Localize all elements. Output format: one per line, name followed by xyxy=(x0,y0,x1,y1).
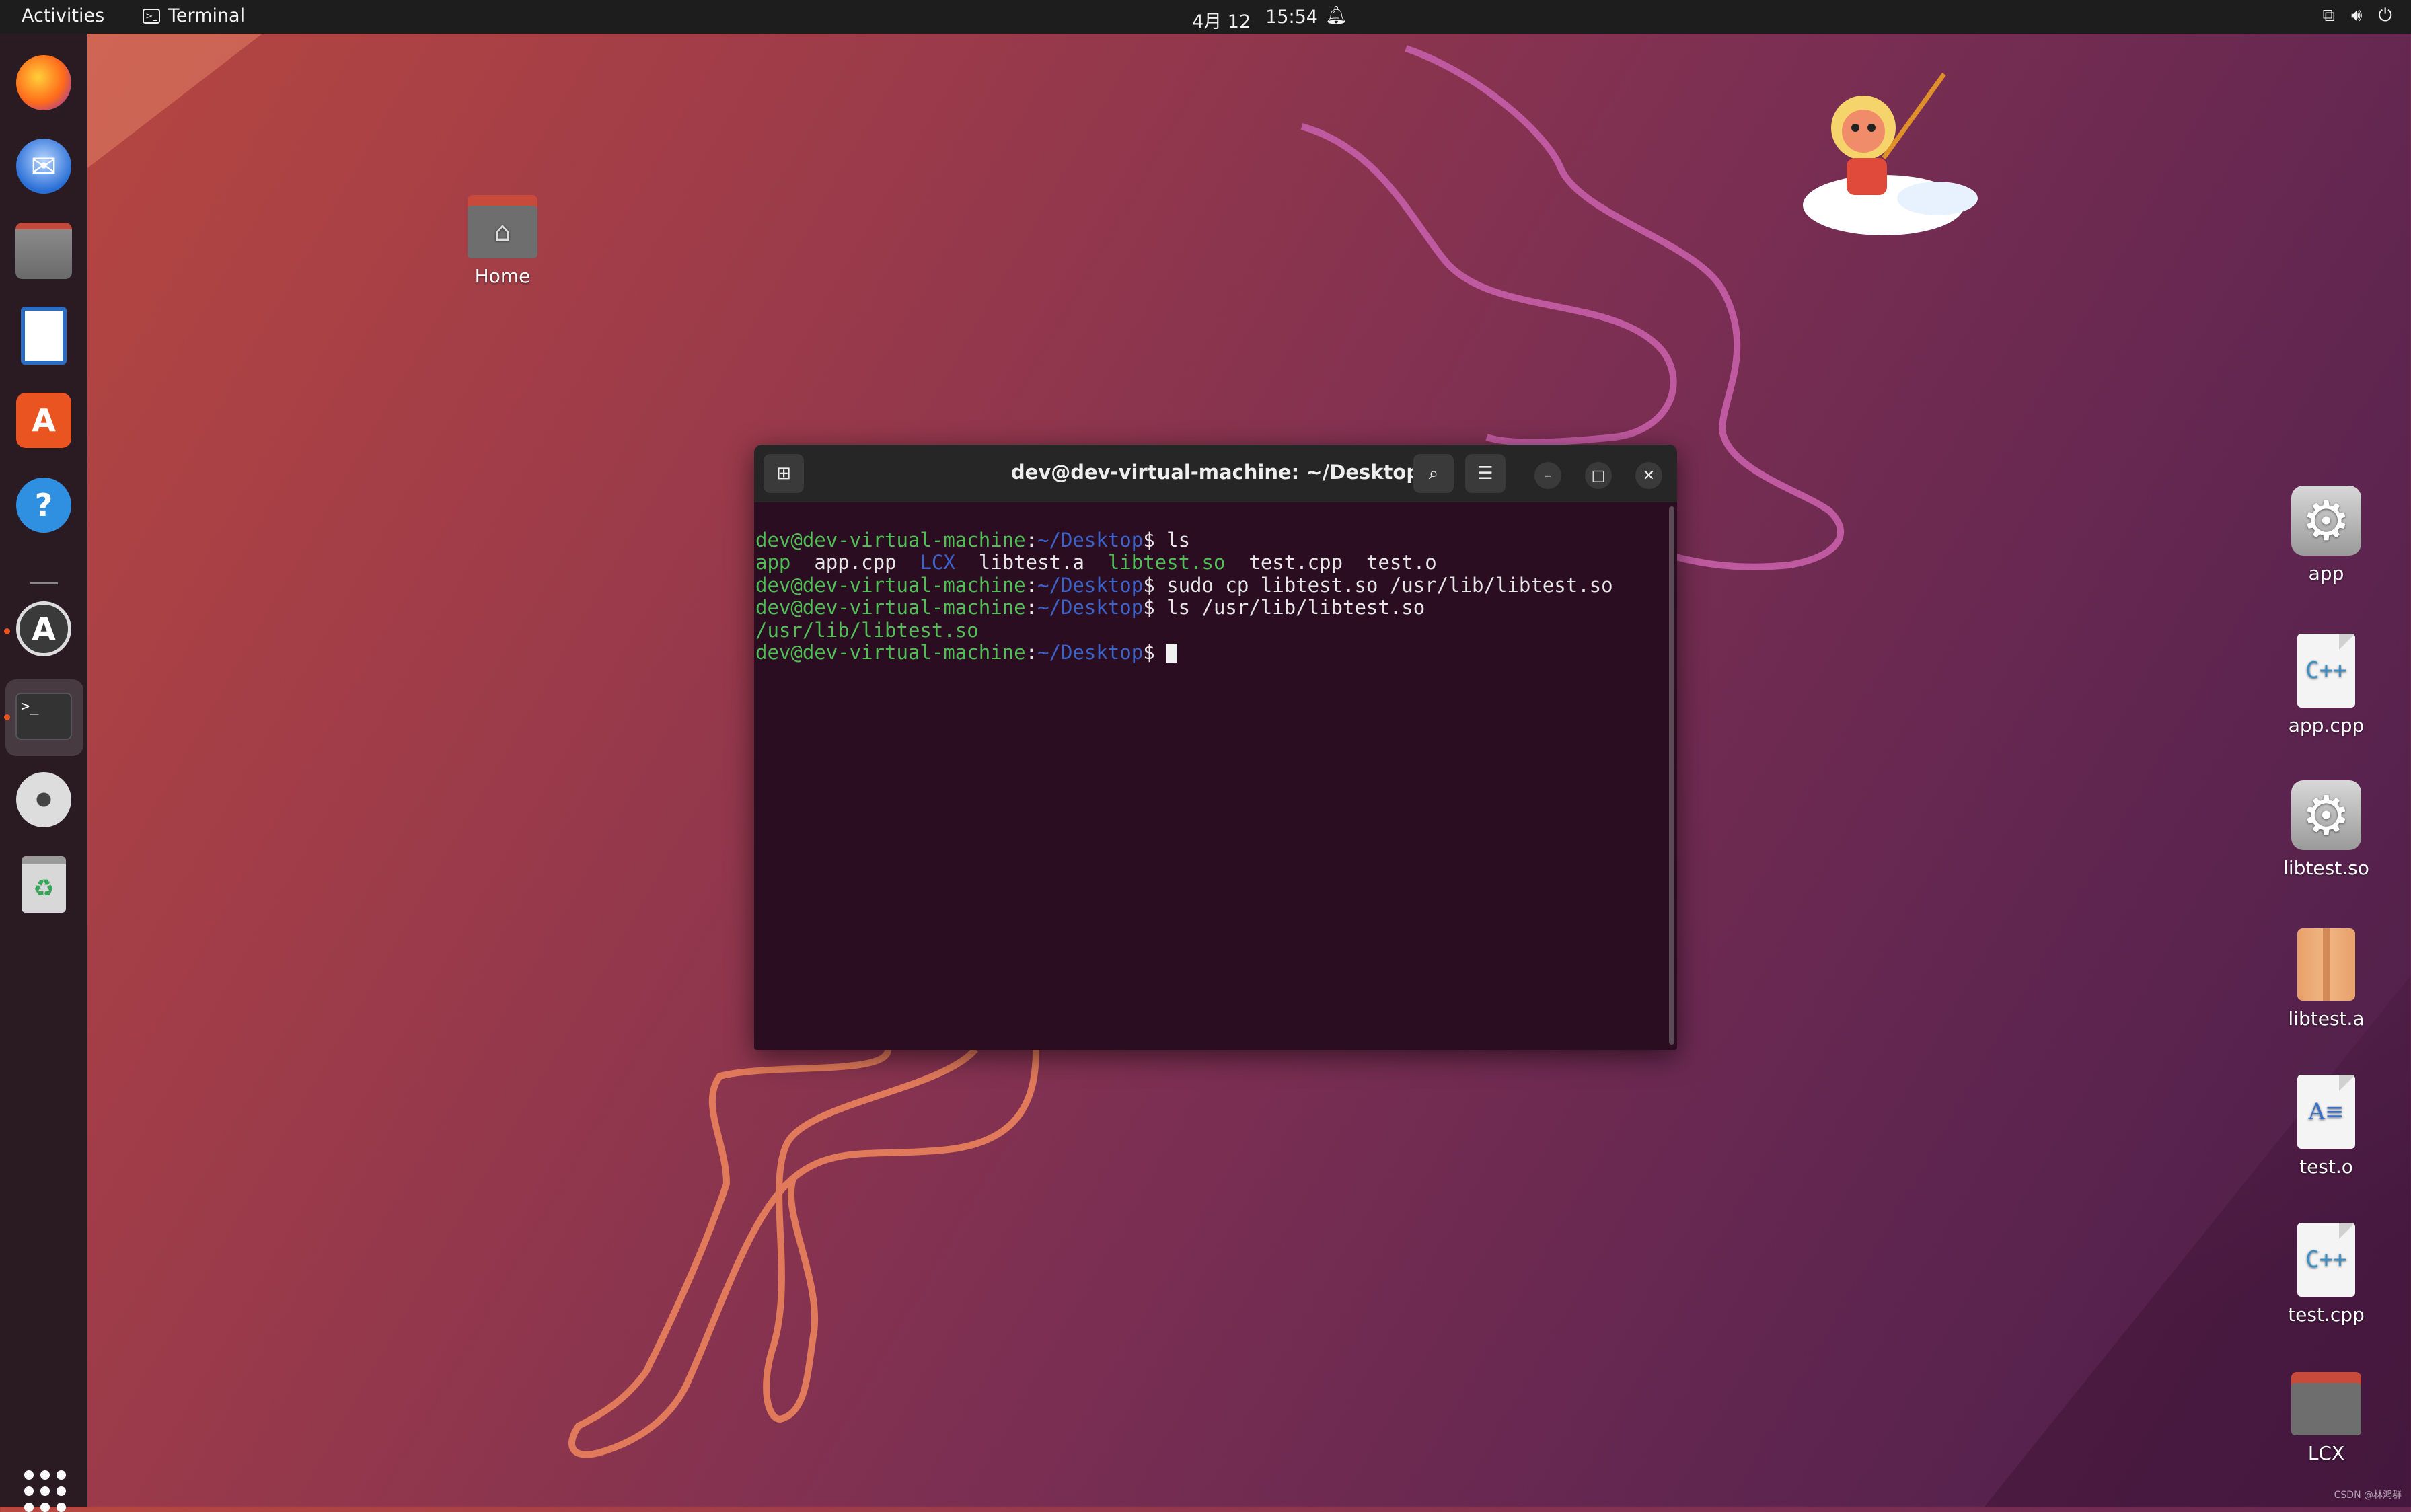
desktop-icon-libtest-a[interactable]: libtest.a xyxy=(2269,928,2383,1030)
dock: ✉ A ? A >_ ♻ xyxy=(0,34,87,1512)
disc-glyph xyxy=(16,772,71,827)
desktop-icon-test-cpp[interactable]: C++ test.cpp xyxy=(2269,1223,2383,1326)
top-bar: Activities >_ Terminal 4月 12 15:54 🔔︎ ⧉ … xyxy=(0,0,2411,34)
system-menu[interactable]: ⧉ 🔊︎ ⏻ xyxy=(2322,5,2392,26)
clock[interactable]: 4月 12 15:54 xyxy=(1192,7,1318,33)
updater-glyph: A xyxy=(16,601,71,656)
network-icon: ⧉ xyxy=(2322,5,2336,26)
desktop-icon-label: libtest.so xyxy=(2283,857,2369,879)
app-menu-label: Terminal xyxy=(168,5,246,26)
terminal-glyph: >_ xyxy=(15,693,72,740)
desktop-icon-app[interactable]: ⚙ app xyxy=(2269,486,2383,584)
close-button[interactable]: ✕ xyxy=(1635,462,1662,489)
maximize-button[interactable]: □ xyxy=(1585,462,1612,489)
firefox-icon[interactable] xyxy=(13,52,74,113)
help-glyph: ? xyxy=(16,478,71,533)
desktop-icon-lcx[interactable]: LCX xyxy=(2269,1372,2383,1464)
desktop-icon-label: test.cpp xyxy=(2288,1303,2365,1326)
terminal-line: dev@dev-virtual-machine:~/Desktop$ ls xyxy=(755,528,1191,552)
thunderbird-glyph: ✉ xyxy=(16,139,71,194)
shared-library-gear-icon: ⚙ xyxy=(2291,780,2361,850)
running-indicator xyxy=(4,628,10,634)
mascot-sticker xyxy=(1803,72,1978,235)
terminal-small-icon: >_ xyxy=(143,8,160,24)
terminal-line: dev@dev-virtual-machine:~/Desktop$ sudo … xyxy=(755,573,1613,597)
software-updater-icon[interactable]: A xyxy=(13,599,74,659)
desktop-icon-app-cpp[interactable]: C++ app.cpp xyxy=(2269,634,2383,736)
terminal-icon[interactable]: >_ xyxy=(13,686,74,747)
terminal-line: dev@dev-virtual-machine:~/Desktop$ ls /u… xyxy=(755,596,1425,619)
terminal-output[interactable]: dev@dev-virtual-machine:~/Desktop$ ls app… xyxy=(755,506,1657,710)
files-glyph xyxy=(15,223,72,279)
app-menu[interactable]: >_ Terminal xyxy=(143,5,245,26)
volume-icon: 🔊︎ xyxy=(2351,5,2363,26)
notification-bell-icon[interactable]: 🔔︎ xyxy=(1325,5,1347,26)
text-document-icon: A≡ xyxy=(2297,1075,2355,1149)
menu-button[interactable]: ☰ xyxy=(1465,454,1506,493)
desktop-icon-label: app xyxy=(2308,562,2344,584)
terminal-headerbar[interactable]: ⊞ dev@dev-virtual-machine: ~/Desktop ⌕ ☰… xyxy=(754,445,1677,502)
terminal-window[interactable]: ⊞ dev@dev-virtual-machine: ~/Desktop ⌕ ☰… xyxy=(754,445,1677,1050)
folder-icon xyxy=(2291,1372,2361,1435)
clock-date: 4月 12 xyxy=(1192,11,1251,32)
writer-glyph xyxy=(21,307,67,365)
desktop-icon-label: Home xyxy=(474,265,531,287)
executable-gear-icon: ⚙ xyxy=(2291,486,2361,556)
text-cursor xyxy=(1166,644,1178,663)
watermark: CSDN @林鸿群 xyxy=(2334,1490,2402,1501)
help-icon[interactable]: ? xyxy=(13,475,74,535)
thunderbird-icon[interactable]: ✉ xyxy=(13,136,74,196)
terminal-line: app app.cpp LCX libtest.a libtest.so tes… xyxy=(755,551,1437,574)
trash-glyph: ♻ xyxy=(22,856,66,913)
terminal-line: /usr/lib/libtest.so xyxy=(755,618,979,642)
running-indicator xyxy=(4,714,10,720)
trash-icon[interactable]: ♻ xyxy=(13,854,74,915)
clock-time: 15:54 xyxy=(1265,7,1318,28)
search-button[interactable]: ⌕ xyxy=(1413,454,1454,493)
cpp-file-icon: C++ xyxy=(2297,1223,2355,1297)
firefox-glyph xyxy=(16,55,71,110)
home-folder-icon: ⌂ xyxy=(468,195,537,258)
terminal-line: dev@dev-virtual-machine:~/Desktop$ xyxy=(755,641,1657,665)
app-center-icon[interactable]: A xyxy=(13,390,74,451)
desktop-icon-label: test.o xyxy=(2299,1156,2353,1178)
desktop-icon-label: libtest.a xyxy=(2288,1008,2365,1030)
cpp-file-icon: C++ xyxy=(2297,634,2355,708)
files-icon[interactable] xyxy=(13,221,74,281)
libreoffice-writer-icon[interactable] xyxy=(13,305,74,366)
power-icon: ⏻ xyxy=(2378,5,2392,26)
app-center-glyph: A xyxy=(16,393,71,448)
desktop-icon-home[interactable]: ⌂ Home xyxy=(445,195,560,287)
dock-separator xyxy=(30,582,58,584)
desktop-icon-label: app.cpp xyxy=(2288,714,2365,736)
desktop-icon-label: LCX xyxy=(2307,1442,2345,1464)
show-apps-icon[interactable] xyxy=(24,1470,66,1512)
desktop-icon-test-o[interactable]: A≡ test.o xyxy=(2269,1075,2383,1178)
terminal-scrollbar[interactable] xyxy=(1669,506,1674,1045)
minimize-button[interactable]: – xyxy=(1534,462,1561,489)
activities-button[interactable]: Activities xyxy=(22,5,104,26)
desktop-icon-libtest-so[interactable]: ⚙ libtest.so xyxy=(2269,780,2383,879)
disc-icon[interactable] xyxy=(13,769,74,830)
archive-package-icon xyxy=(2297,928,2355,1001)
